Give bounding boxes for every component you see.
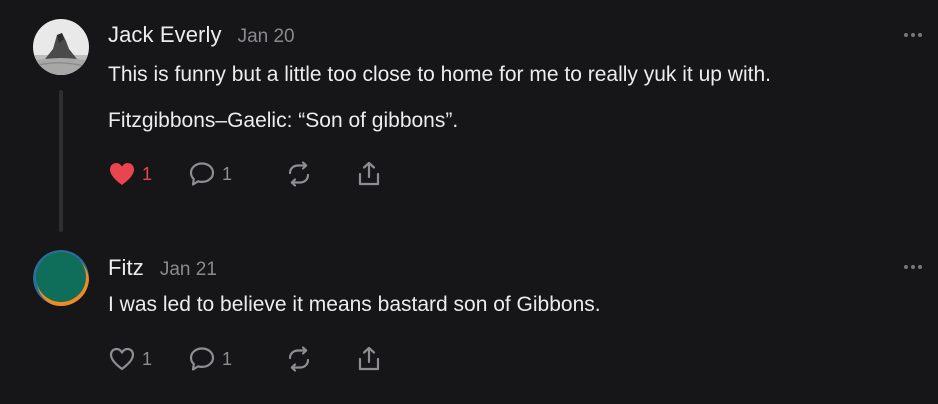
like-count: 1 (142, 163, 153, 184)
reply-count: 1 (222, 348, 233, 369)
heart-outline-icon (109, 347, 135, 371)
comment-bubble-icon (189, 347, 215, 371)
green-orange-avatar-icon (33, 250, 89, 306)
heart-filled-icon (110, 163, 134, 185)
like-button[interactable]: 1 (108, 161, 188, 187)
comment-actions: 1 1 (108, 160, 383, 188)
comment-bubble-icon (189, 162, 215, 186)
comment-text: Fitzgibbons–Gaelic: “Son of gibbons”. (108, 109, 459, 132)
like-button[interactable]: 1 (108, 346, 188, 372)
reply-button[interactable]: 1 (188, 160, 285, 188)
comment-header: Jack Everly Jan 20 (108, 22, 295, 48)
more-options-icon[interactable] (904, 32, 922, 38)
avatar[interactable] (33, 250, 89, 306)
comment-text: This is funny but a little too close to … (108, 63, 771, 86)
comment-date[interactable]: Jan 20 (238, 26, 295, 48)
like-count: 1 (142, 348, 153, 369)
restack-button[interactable] (285, 345, 355, 373)
author-name[interactable]: Jack Everly (108, 22, 222, 48)
thread-line (59, 90, 63, 232)
comment-header: Fitz Jan 21 (108, 255, 217, 281)
comment-actions: 1 1 (108, 345, 383, 373)
author-name[interactable]: Fitz (108, 255, 144, 281)
more-options-icon[interactable] (904, 264, 922, 270)
rock-landscape-avatar-icon (33, 19, 89, 75)
comment-date[interactable]: Jan 21 (160, 259, 217, 281)
restack-arrows-icon (288, 346, 310, 372)
reply-count: 1 (222, 163, 233, 184)
reply-button[interactable]: 1 (188, 345, 285, 373)
share-upload-icon (358, 161, 380, 186)
share-button[interactable] (355, 160, 383, 188)
restack-button[interactable] (285, 160, 355, 188)
avatar[interactable] (33, 19, 89, 75)
share-button[interactable] (355, 345, 383, 373)
restack-arrows-icon (288, 161, 310, 187)
share-upload-icon (358, 346, 380, 371)
comment-text: I was led to believe it means bastard so… (108, 293, 601, 316)
